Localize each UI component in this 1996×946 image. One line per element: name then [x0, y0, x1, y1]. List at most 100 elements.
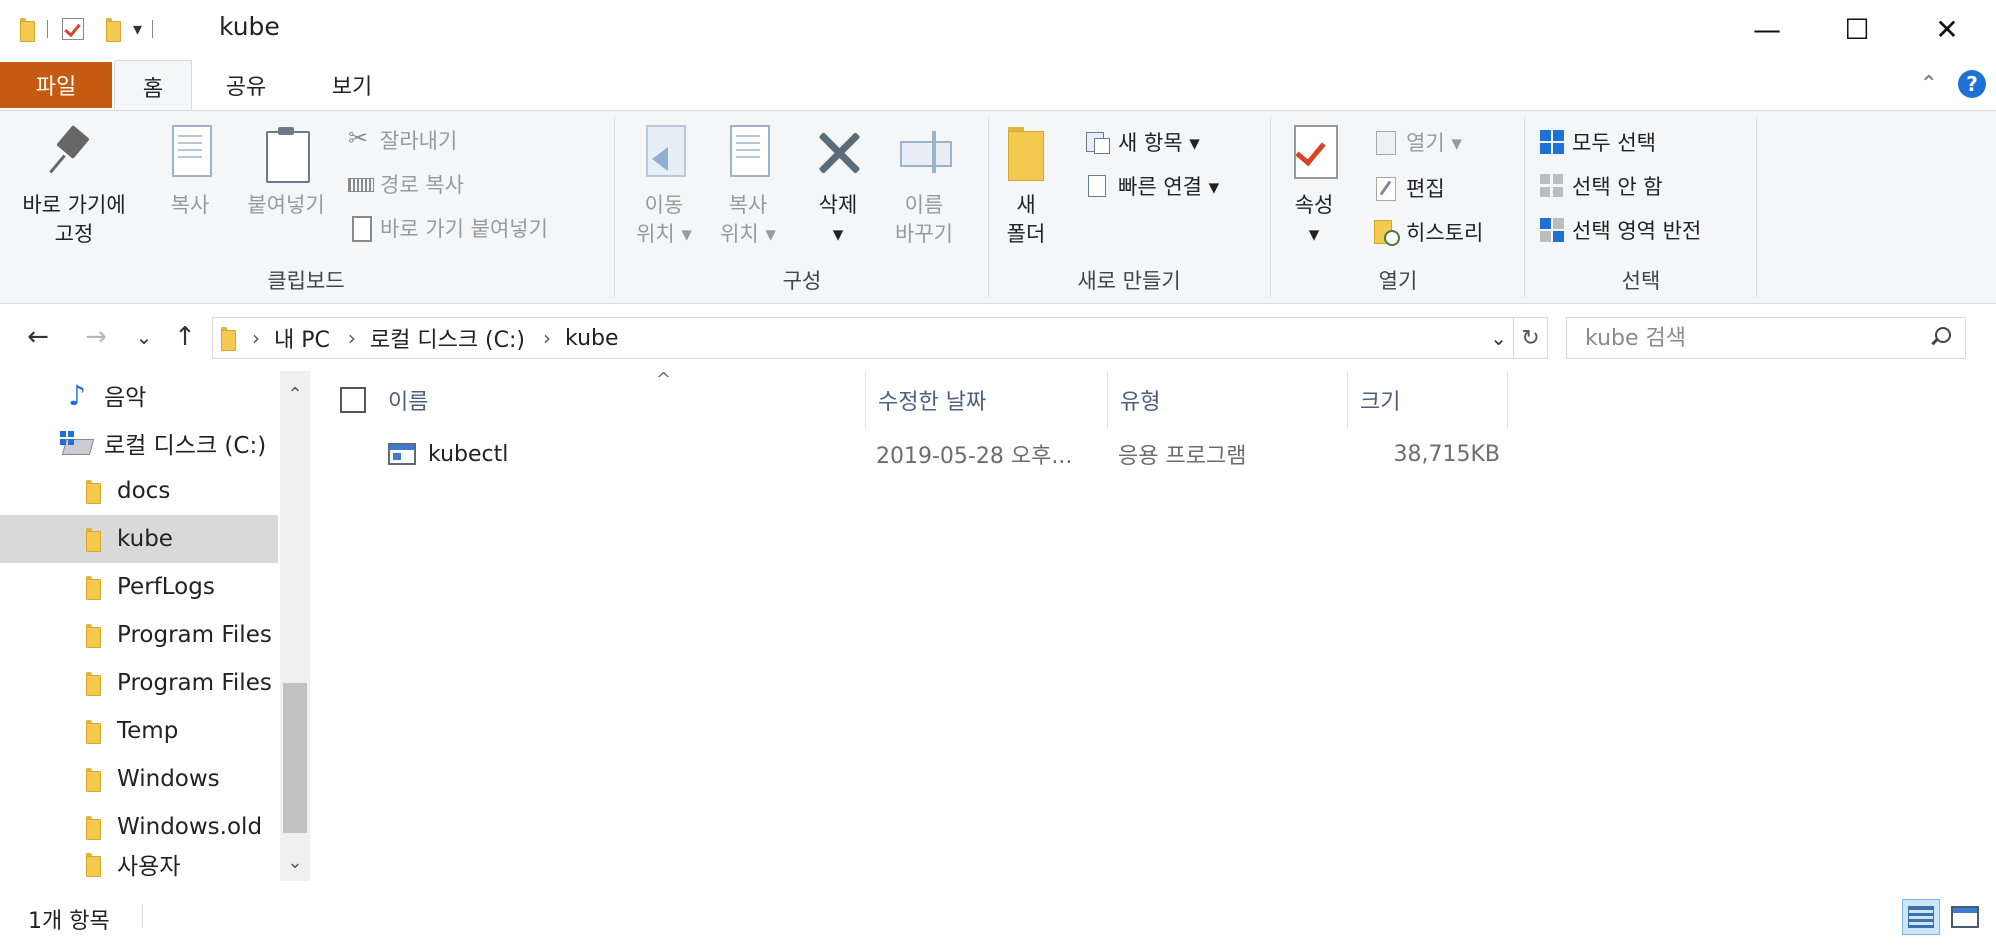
large-icons-view-button[interactable]: [1946, 899, 1984, 935]
breadcrumb-separator[interactable]: ›: [252, 326, 260, 350]
back-arrow-icon: ←: [27, 322, 49, 352]
select-none-button[interactable]: 선택 안 함: [1540, 169, 1663, 203]
cut-button-main[interactable]: 잘라내기: [348, 123, 457, 157]
move-to-icon: [638, 125, 690, 181]
refresh-icon: ↻: [1521, 325, 1540, 351]
rename-label-line2: 바꾸기: [895, 222, 953, 246]
column-date-modified[interactable]: 수정한 날짜: [866, 371, 1108, 429]
folder-icon: [86, 480, 101, 504]
copyto-label-line2: 위치 ▾: [720, 222, 776, 246]
copy-to-button[interactable]: 복사 위치 ▾: [712, 125, 784, 249]
tab-share[interactable]: 공유: [206, 60, 286, 110]
divider: [47, 20, 48, 38]
up-button[interactable]: ↑: [170, 319, 200, 355]
address-dropdown-icon[interactable]: ⌄: [1490, 326, 1507, 350]
file-name-cell[interactable]: kubectl: [388, 433, 858, 475]
open-group: 속성 ▾ 열기 ▾ 편집 히스토리 열기: [1272, 111, 1524, 303]
copy-path-button[interactable]: 경로 복사: [348, 167, 464, 201]
customize-quick-access-dropdown[interactable]: ▾: [133, 19, 142, 40]
scroll-down-button[interactable]: ⌄: [280, 847, 310, 877]
tree-item-local-disk[interactable]: 로컬 디스크 (C:): [0, 419, 278, 467]
minimize-button[interactable]: —: [1722, 0, 1812, 58]
exe-icon: [388, 443, 416, 465]
pin-to-quick-access-button[interactable]: 바로 가기에 고정: [14, 125, 134, 249]
move-to-button[interactable]: 이동 위치 ▾: [628, 125, 700, 249]
column-name[interactable]: 이름 ^: [376, 369, 866, 429]
select-none-label: 선택 안 함: [1572, 175, 1663, 199]
tree-item-kube[interactable]: kube: [0, 515, 278, 563]
tree-item-music[interactable]: ♪ 음악: [0, 371, 278, 419]
details-view-button[interactable]: [1902, 899, 1940, 935]
tree-item-temp[interactable]: Temp: [0, 707, 278, 755]
tree-item-docs[interactable]: docs: [0, 467, 278, 515]
refresh-button[interactable]: ↻: [1514, 317, 1548, 359]
tab-home[interactable]: 홈: [114, 60, 192, 112]
tab-file[interactable]: 파일: [0, 62, 112, 108]
select-all-checkbox[interactable]: [340, 387, 366, 413]
properties-button[interactable]: 속성 ▾: [1282, 125, 1346, 249]
search-box[interactable]: [1566, 317, 1966, 359]
breadcrumb-this-pc[interactable]: 내 PC: [274, 322, 330, 354]
tree-item-program-files-x86[interactable]: Program Files: [0, 659, 278, 707]
scroll-up-button[interactable]: ⌃: [280, 379, 310, 409]
copy-path-icon: [348, 172, 374, 196]
pin-icon: [48, 125, 100, 181]
file-date: 2019-05-28 오후...: [876, 444, 1073, 469]
explorer-window: ▾ kube — ☐ ✕ 파일 홈 공유 보기 ⌃ ? 바로 가기에 고정 복사: [0, 0, 1996, 946]
tree-item-label: PerfLogs: [117, 574, 215, 600]
close-button[interactable]: ✕: [1902, 0, 1992, 58]
tree-item-label: Windows: [117, 766, 220, 792]
open-button[interactable]: 열기 ▾: [1374, 125, 1462, 159]
forward-button[interactable]: →: [78, 319, 114, 355]
history-button[interactable]: 히스토리: [1374, 215, 1483, 249]
select-group: 모두 선택 선택 안 함 선택 영역 반전 선택: [1526, 111, 1756, 303]
tree-item-program-files[interactable]: Program Files: [0, 611, 278, 659]
select-all-button[interactable]: 모두 선택: [1540, 125, 1656, 159]
select-all-label: 모두 선택: [1572, 131, 1656, 155]
properties-icon[interactable]: [62, 18, 84, 40]
breadcrumb-separator[interactable]: ›: [348, 326, 356, 350]
title-bar: ▾ kube — ☐ ✕: [0, 0, 1996, 58]
minimize-icon: —: [1753, 12, 1781, 46]
divider: [142, 905, 143, 927]
new-item-icon: [1086, 130, 1110, 154]
paste-shortcut-button[interactable]: 바로 가기 붙여넣기: [348, 211, 548, 245]
recent-locations-button[interactable]: ⌄: [132, 319, 156, 355]
navigation-bar: ← → ⌄ ↑ › 내 PC › 로컬 디스크 (C:) › kube ⌄ ↻: [0, 305, 1996, 371]
tab-view[interactable]: 보기: [312, 60, 392, 110]
new-folder-button[interactable]: 새 폴더: [996, 125, 1056, 249]
rename-button[interactable]: 이름 바꾸기: [884, 125, 964, 249]
delete-button[interactable]: 삭제 ▾: [802, 125, 874, 249]
open-group-label: 열기: [1378, 269, 1418, 293]
copy-button[interactable]: 복사: [158, 125, 222, 220]
search-input[interactable]: [1585, 325, 1905, 351]
invert-selection-button[interactable]: 선택 영역 반전: [1540, 213, 1701, 247]
tree-item-users[interactable]: 사용자: [0, 847, 278, 881]
tree-item-perflogs[interactable]: PerfLogs: [0, 563, 278, 611]
tree-item-windows-old[interactable]: Windows.old: [0, 803, 278, 851]
back-button[interactable]: ←: [20, 319, 56, 355]
new-folder-icon[interactable]: [106, 18, 121, 42]
scrollbar-thumb[interactable]: [283, 683, 307, 833]
column-size[interactable]: 크기: [1348, 371, 1508, 429]
maximize-button[interactable]: ☐: [1812, 0, 1902, 58]
status-bar: 1개 항목: [0, 881, 1996, 946]
breadcrumb-local-disk[interactable]: 로컬 디스크 (C:): [370, 322, 525, 354]
breadcrumb-kube[interactable]: kube: [565, 326, 619, 351]
tree-item-windows[interactable]: Windows: [0, 755, 278, 803]
table-row[interactable]: kubectl 2019-05-28 오후... 응용 프로그램 38,715K…: [318, 433, 1996, 475]
pin-label-line1: 바로 가기에: [22, 193, 126, 217]
navigation-pane-scrollbar[interactable]: ⌃ ⌄: [280, 371, 310, 881]
help-icon[interactable]: ?: [1958, 70, 1986, 98]
details-view-icon: [1908, 906, 1934, 928]
search-icon[interactable]: [1929, 327, 1951, 347]
quick-access-toolbar: ▾: [20, 14, 167, 44]
easy-access-button[interactable]: 빠른 연결 ▾: [1086, 169, 1219, 203]
paste-button[interactable]: 붙여넣기: [236, 125, 336, 220]
collapse-ribbon-icon[interactable]: ⌃: [1920, 72, 1938, 97]
address-bar[interactable]: › 내 PC › 로컬 디스크 (C:) › kube ⌄: [212, 317, 1514, 359]
column-type[interactable]: 유형: [1108, 371, 1348, 429]
breadcrumb-separator[interactable]: ›: [543, 326, 551, 350]
edit-button[interactable]: 편집: [1374, 171, 1445, 205]
new-item-button[interactable]: 새 항목 ▾: [1086, 125, 1200, 159]
